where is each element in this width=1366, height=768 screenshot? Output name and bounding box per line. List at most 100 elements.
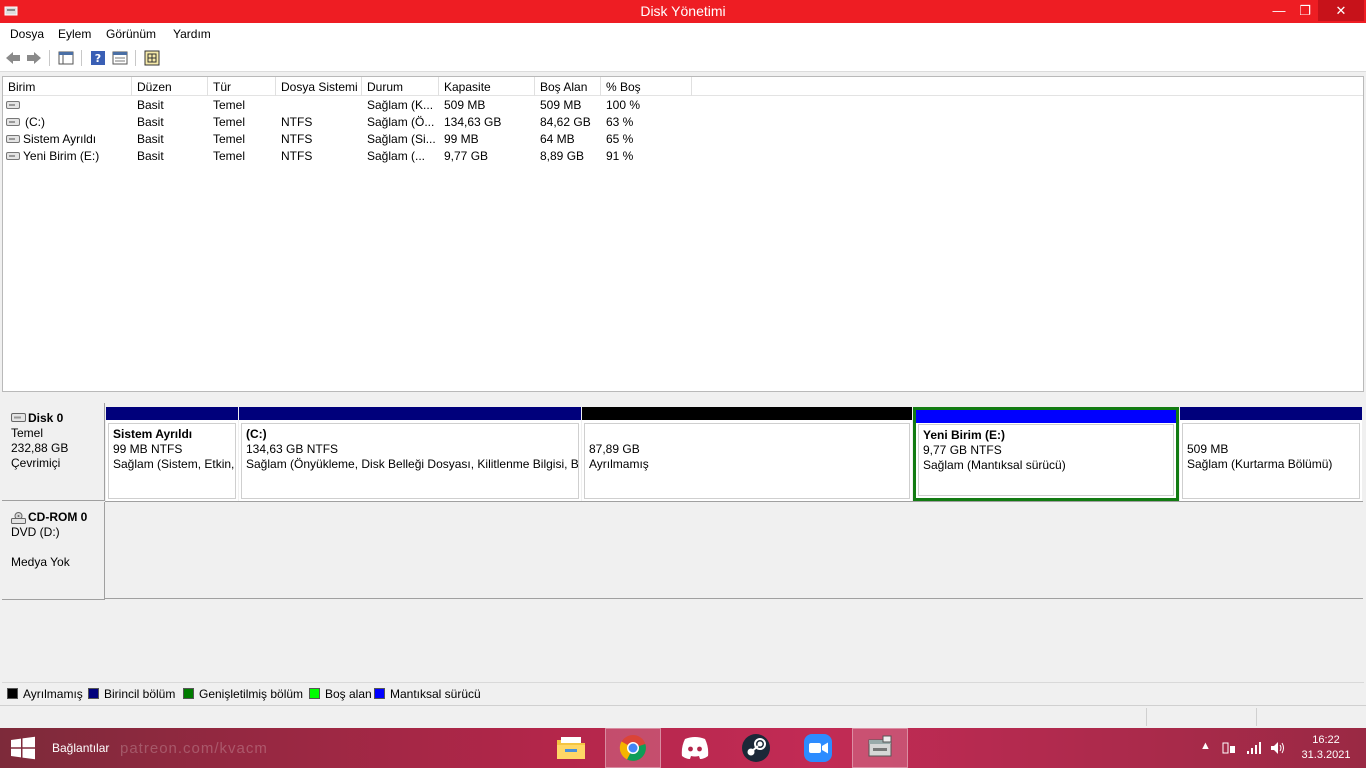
column-header-dosya-sistemi[interactable]: Dosya Sistemi	[276, 77, 362, 96]
partition-name: Yeni Birim (E:)	[923, 428, 1006, 442]
forward-icon[interactable]	[24, 49, 44, 67]
volume-row[interactable]: Sistem Ayrıldı Basit Temel NTFS Sağlam (…	[3, 131, 1363, 148]
partition-body: (C:) 134,63 GB NTFS Sağlam (Önyükleme, D…	[241, 423, 579, 499]
show-hidden-icons[interactable]: ▲	[1200, 740, 1211, 752]
signal-icon[interactable]	[1246, 741, 1262, 755]
cell-durum: Sağlam (...	[367, 149, 426, 163]
volume-row[interactable]: (C:) Basit Temel NTFS Sağlam (Ö... 134,6…	[3, 114, 1363, 131]
partition-status: Ayrılmamış	[589, 457, 649, 471]
partition-bar	[106, 407, 238, 420]
legend-swatch	[7, 688, 18, 699]
menu-view[interactable]: Görünüm	[106, 27, 156, 41]
partition-size: 99 MB NTFS	[113, 442, 183, 456]
cell-duzen: Basit	[137, 98, 164, 112]
disk-management-task-icon[interactable]	[852, 728, 908, 768]
column-header-kapasite[interactable]: Kapasite	[439, 77, 535, 96]
links-toolbar-label[interactable]: Bağlantılar	[52, 741, 109, 755]
status-divider	[1146, 708, 1147, 726]
cell-yuzde-bos: 100 %	[606, 98, 641, 112]
cell-kapasite: 134,63 GB	[444, 115, 502, 129]
partition-size: 509 MB	[1187, 442, 1229, 456]
cdrom-0-area	[105, 501, 1363, 599]
zoom-icon[interactable]	[790, 728, 846, 768]
legend-item-logical: Mantıksal sürücü	[374, 687, 481, 701]
cell-birim: (C:)	[25, 115, 45, 129]
discord-icon[interactable]	[667, 728, 723, 768]
cdrom-0-name: CD-ROM 0	[28, 510, 88, 524]
partition-bar	[239, 407, 581, 420]
disk-0-type: Temel	[11, 426, 44, 440]
cell-dosya-sistemi: NTFS	[281, 115, 313, 129]
disk-0-name-row: Disk 0	[11, 411, 104, 426]
close-button[interactable]: ✕	[1318, 0, 1364, 21]
partition-system-reserved[interactable]: Sistem Ayrıldı 99 MB NTFS Sağlam (Sistem…	[106, 407, 238, 501]
watermark-text: patreon.com/kvacm	[120, 740, 268, 757]
column-header-durum[interactable]: Durum	[362, 77, 439, 96]
disk-0-status: Çevrimiçi	[11, 456, 61, 470]
menu-file[interactable]: Dosya	[10, 27, 44, 41]
partition-body: 509 MB Sağlam (Kurtarma Bölümü)	[1182, 423, 1360, 499]
legend-swatch	[309, 688, 320, 699]
disk-0-name: Disk 0	[28, 411, 64, 425]
cdrom-0-label[interactable]: CD-ROM 0 DVD (D:) Medya Yok	[2, 502, 105, 600]
cell-kapasite: 9,77 GB	[444, 149, 489, 163]
cell-dosya-sistemi: NTFS	[281, 149, 313, 163]
svg-text:?: ?	[95, 52, 101, 65]
network-icon[interactable]	[1222, 741, 1236, 755]
volume-row[interactable]: Yeni Birim (E:) Basit Temel NTFS Sağlam …	[3, 148, 1363, 165]
cell-kapasite: 509 MB	[444, 98, 486, 112]
file-explorer-icon[interactable]	[543, 728, 599, 768]
help-icon[interactable]: ?	[88, 49, 108, 67]
clock-date: 31.3.2021	[1301, 749, 1351, 761]
menu-action[interactable]: Eylem	[58, 27, 91, 41]
partition-unallocated[interactable]: 87,89 GB Ayrılmamış	[582, 407, 912, 501]
disk-map: Disk 0 Temel 232,88 GB Çevrimiçi Sistem …	[0, 400, 1366, 680]
legend-label: Mantıksal sürücü	[390, 687, 481, 701]
chrome-icon[interactable]	[605, 728, 661, 768]
taskbar: Bağlantılar patreon.com/kvacm ▲ 16:22 31…	[0, 728, 1366, 768]
cell-duzen: Basit	[137, 115, 164, 129]
drive-icon	[6, 135, 20, 143]
toolbar-separator	[49, 50, 50, 66]
partition-recovery[interactable]: 509 MB Sağlam (Kurtarma Bölümü)	[1180, 407, 1362, 501]
system-clock[interactable]: 16:22 31.3.2021	[1296, 733, 1356, 763]
partition-size: 134,63 GB NTFS	[246, 442, 339, 456]
partition-size: 87,89 GB	[589, 442, 640, 456]
cell-durum: Sağlam (Ö...	[367, 115, 435, 129]
minimize-button[interactable]: —	[1266, 0, 1292, 21]
cell-durum: Sağlam (K...	[367, 98, 434, 112]
partition-bar	[1180, 407, 1362, 420]
cell-bos-alan: 509 MB	[540, 98, 582, 112]
toolbar-separator	[135, 50, 136, 66]
partition-c[interactable]: (C:) 134,63 GB NTFS Sağlam (Önyükleme, D…	[239, 407, 581, 501]
drive-icon	[6, 101, 20, 109]
column-header-duzen[interactable]: Düzen	[132, 77, 208, 96]
partition-status: Sağlam (Mantıksal sürücü)	[923, 458, 1066, 472]
cd-drive-icon	[11, 512, 26, 524]
column-header-bos-alan[interactable]: Boş Alan	[535, 77, 601, 96]
steam-icon[interactable]	[728, 728, 784, 768]
maximize-button[interactable]: ❐	[1292, 0, 1318, 21]
disk-0-size: 232,88 GB	[11, 441, 69, 455]
show-hide-console-icon[interactable]	[56, 49, 76, 67]
column-header-yuzde-bos[interactable]: % Boş	[601, 77, 692, 96]
volume-row[interactable]: Basit Temel Sağlam (K... 509 MB 509 MB 1…	[3, 97, 1363, 114]
cdrom-0-name-row: CD-ROM 0	[11, 510, 104, 525]
partition-status: Sağlam (Kurtarma Bölümü)	[1187, 457, 1333, 471]
column-header-birim[interactable]: Birim	[3, 77, 132, 96]
properties-icon[interactable]	[110, 49, 130, 67]
disk-settings-icon[interactable]	[142, 49, 162, 67]
menu-help[interactable]: Yardım	[173, 27, 211, 41]
drive-icon	[6, 118, 20, 126]
windows-start-icon[interactable]	[8, 736, 38, 760]
disk-0-label[interactable]: Disk 0 Temel 232,88 GB Çevrimiçi	[2, 403, 105, 501]
partition-e-selected[interactable]: Yeni Birim (E:) 9,77 GB NTFS Sağlam (Man…	[913, 407, 1179, 501]
cell-birim: Sistem Ayrıldı	[23, 132, 97, 146]
cell-duzen: Basit	[137, 132, 164, 146]
status-divider	[1256, 708, 1257, 726]
partition-body: Sistem Ayrıldı 99 MB NTFS Sağlam (Sistem…	[108, 423, 236, 499]
cdrom-0-status: Medya Yok	[11, 555, 70, 569]
volume-icon[interactable]	[1270, 741, 1286, 755]
back-icon[interactable]	[3, 49, 23, 67]
column-header-tur[interactable]: Tür	[208, 77, 276, 96]
